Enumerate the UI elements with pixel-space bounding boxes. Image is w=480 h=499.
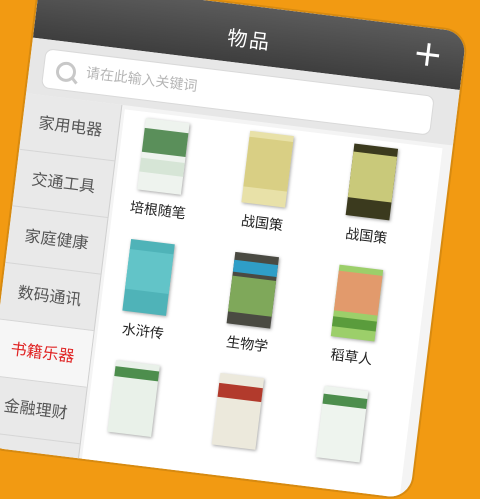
app-panel: 物品 + 家用电器 交通工具 家庭健康 数码通讯 书籍乐器 金融理财 培根随笔	[0, 0, 467, 499]
product-grid: 培根随笔 战国策 战国策 水浒传 生物学 稻草人	[81, 109, 443, 499]
book-cover-image	[137, 117, 190, 195]
sidebar-item-finance[interactable]: 金融理财	[0, 376, 87, 445]
product-item[interactable]	[289, 377, 403, 499]
book-cover-image	[122, 239, 175, 316]
book-cover-image	[241, 130, 294, 208]
product-item[interactable]	[185, 364, 299, 495]
product-title: 战国策	[240, 213, 284, 235]
book-cover-image	[330, 264, 384, 342]
product-item[interactable]: 培根随笔	[110, 109, 224, 240]
product-title	[189, 450, 278, 461]
product-title: 战国策	[344, 226, 388, 248]
book-cover-image	[226, 251, 280, 329]
book-cover-image	[315, 385, 369, 463]
book-cover-image	[211, 372, 265, 450]
product-item[interactable]: 战国策	[214, 122, 328, 253]
search-icon	[54, 60, 78, 83]
product-item[interactable]	[81, 351, 195, 482]
product-title: 稻草人	[329, 347, 374, 369]
sidebar-item-books-instruments[interactable]: 书籍乐器	[0, 319, 94, 388]
product-title: 生物学	[225, 334, 269, 356]
product-item[interactable]: 战国策	[319, 135, 433, 266]
add-button[interactable]: +	[408, 32, 448, 76]
product-title: 水浒传	[121, 321, 165, 343]
product-title	[293, 462, 382, 473]
product-item[interactable]: 生物学	[200, 243, 314, 374]
book-cover-image	[107, 360, 160, 437]
product-title: 培根随笔	[128, 199, 187, 223]
product-title	[85, 437, 174, 448]
book-cover-image	[345, 143, 399, 221]
product-item[interactable]: 稻草人	[304, 256, 418, 387]
product-item[interactable]: 水浒传	[95, 230, 209, 361]
